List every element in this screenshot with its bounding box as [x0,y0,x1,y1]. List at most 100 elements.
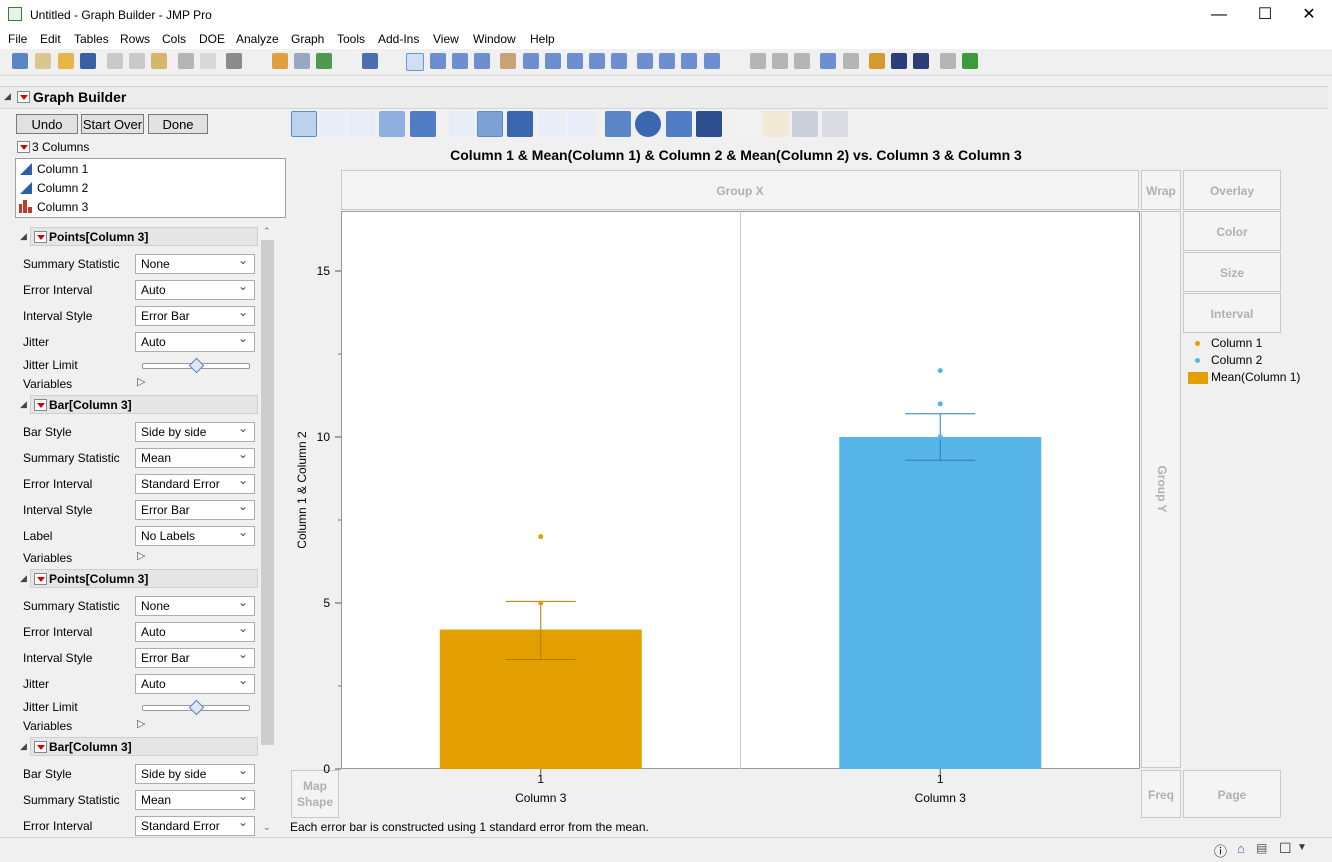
menu-rows[interactable]: Rows [120,32,150,46]
stack-icon[interactable] [891,53,907,69]
menu-tables[interactable]: Tables [74,32,109,46]
interval-style-select[interactable]: Error Bar [135,497,255,520]
column-item-3[interactable]: Column 3 [37,200,88,214]
points-element-icon[interactable] [291,111,317,137]
wrap-zone[interactable]: Wrap [1141,170,1181,210]
disclosure-icon[interactable]: ◢ [4,91,11,102]
bar-style-select[interactable]: Side by side [135,761,255,784]
red-triangle-menu-icon[interactable] [34,741,47,753]
page-zone[interactable]: Page [1183,770,1281,818]
lasso-tool-icon[interactable] [545,53,561,69]
cut-icon[interactable] [107,53,123,69]
menu-view[interactable]: View [433,32,459,46]
scrollbar-thumb[interactable] [261,240,274,745]
polygon-tool-icon[interactable] [659,53,675,69]
tool-icon[interactable] [820,53,836,69]
contour-element-icon[interactable] [410,111,436,137]
close-button[interactable]: ✕ [1286,0,1332,31]
error-interval-select[interactable]: Standard Error [135,813,255,836]
group-x-zone[interactable]: Group X [341,170,1139,210]
selection-tool-icon[interactable] [452,53,468,69]
line-tool-icon[interactable] [611,53,627,69]
run-icon[interactable] [962,53,978,69]
data-table-icon[interactable] [272,53,288,69]
disclosure-icon[interactable]: ◢ [20,741,27,752]
hand-tool-icon[interactable] [500,53,516,69]
interval-zone[interactable]: Interval [1183,293,1281,333]
heatmap-element-icon[interactable] [605,111,631,137]
jitter-select[interactable]: Auto [135,329,255,352]
save-icon[interactable] [80,53,96,69]
error-interval-select[interactable]: Auto [135,619,255,642]
bar-style-select[interactable]: Side by side [135,419,255,442]
scroll-up-icon[interactable]: ⌃ [263,226,271,237]
layout-icon[interactable] [750,53,766,69]
undo-button[interactable]: Undo [16,114,78,134]
menu-tools[interactable]: Tools [337,32,365,46]
new-data-table-icon[interactable] [12,53,28,69]
annotate-tool-icon[interactable] [637,53,653,69]
report-icon[interactable] [794,53,810,69]
error-interval-select[interactable]: Standard Error [135,471,255,494]
help-tool-icon[interactable] [430,53,446,69]
preview-icon[interactable] [843,53,859,69]
area-element-icon[interactable] [507,111,533,137]
new-script-icon[interactable] [35,53,51,69]
summary-statistic-select[interactable]: Mean [135,787,255,810]
disclosure-icon[interactable]: ◢ [20,573,27,584]
variables-expand-icon[interactable]: ▷ [137,375,145,388]
menu-cols[interactable]: Cols [162,32,186,46]
brush-tool-icon[interactable] [523,53,539,69]
crosshair-tool-icon[interactable] [474,53,490,69]
home-icon[interactable]: ⌂ [1237,841,1245,856]
journal-icon[interactable] [178,53,194,69]
parallel-element-icon[interactable] [822,111,848,137]
summary-statistic-select[interactable]: None [135,593,255,616]
simple-shape-tool-icon[interactable] [681,53,697,69]
ellipse-tool-icon[interactable] [704,53,720,69]
red-triangle-menu-icon[interactable] [34,573,47,585]
tabulate-icon[interactable] [294,53,310,69]
menu-add-ins[interactable]: Add-Ins [378,32,419,46]
error-interval-select[interactable]: Auto [135,277,255,300]
bar-element-icon[interactable] [477,111,503,137]
open-folder-icon[interactable] [58,53,74,69]
red-triangle-menu-icon[interactable] [34,399,47,411]
line-of-fit-element-icon[interactable] [349,111,375,137]
summary-statistic-select[interactable]: None [135,251,255,274]
treemap-element-icon[interactable] [666,111,692,137]
formula-element-icon[interactable] [763,111,789,137]
maximize-button[interactable]: ☐ [1242,0,1288,31]
sort-icon[interactable] [869,53,885,69]
map-shapes-element-icon[interactable] [792,111,818,137]
ellipse-element-icon[interactable] [379,111,405,137]
info-icon[interactable]: ⓘ [1214,841,1227,860]
menu-file[interactable]: File [8,32,27,46]
smoother-element-icon[interactable] [320,111,346,137]
variables-expand-icon[interactable]: ▷ [137,549,145,562]
arrow-tool-icon[interactable] [406,53,424,71]
line-element-icon[interactable] [449,111,475,137]
summary-icon[interactable] [940,53,956,69]
disclosure-icon[interactable]: ◢ [20,399,27,410]
window-select-icon[interactable]: ☐ [1279,840,1292,857]
plus-tool-icon[interactable] [589,53,605,69]
done-button[interactable]: Done [148,114,208,134]
column-item-2[interactable]: Column 2 [37,181,88,195]
menu-window[interactable]: Window [473,32,516,46]
red-triangle-menu-icon[interactable] [34,231,47,243]
menu-analyze[interactable]: Analyze [236,32,279,46]
start-over-button[interactable]: Start Over [81,114,144,134]
jitter-limit-thumb[interactable] [188,699,205,716]
size-zone[interactable]: Size [1183,252,1281,292]
column-item-1[interactable]: Column 1 [37,162,88,176]
window-list-icon[interactable]: ▤ [1256,841,1267,855]
color-zone[interactable]: Color [1183,211,1281,251]
mosaic-element-icon[interactable] [696,111,722,137]
interval-style-select[interactable]: Error Bar [135,645,255,668]
jitter-select[interactable]: Auto [135,671,255,694]
paste-icon[interactable] [151,53,167,69]
run-script-icon[interactable] [362,53,378,69]
pie-element-icon[interactable] [635,111,661,137]
label-select[interactable]: No Labels [135,523,255,546]
